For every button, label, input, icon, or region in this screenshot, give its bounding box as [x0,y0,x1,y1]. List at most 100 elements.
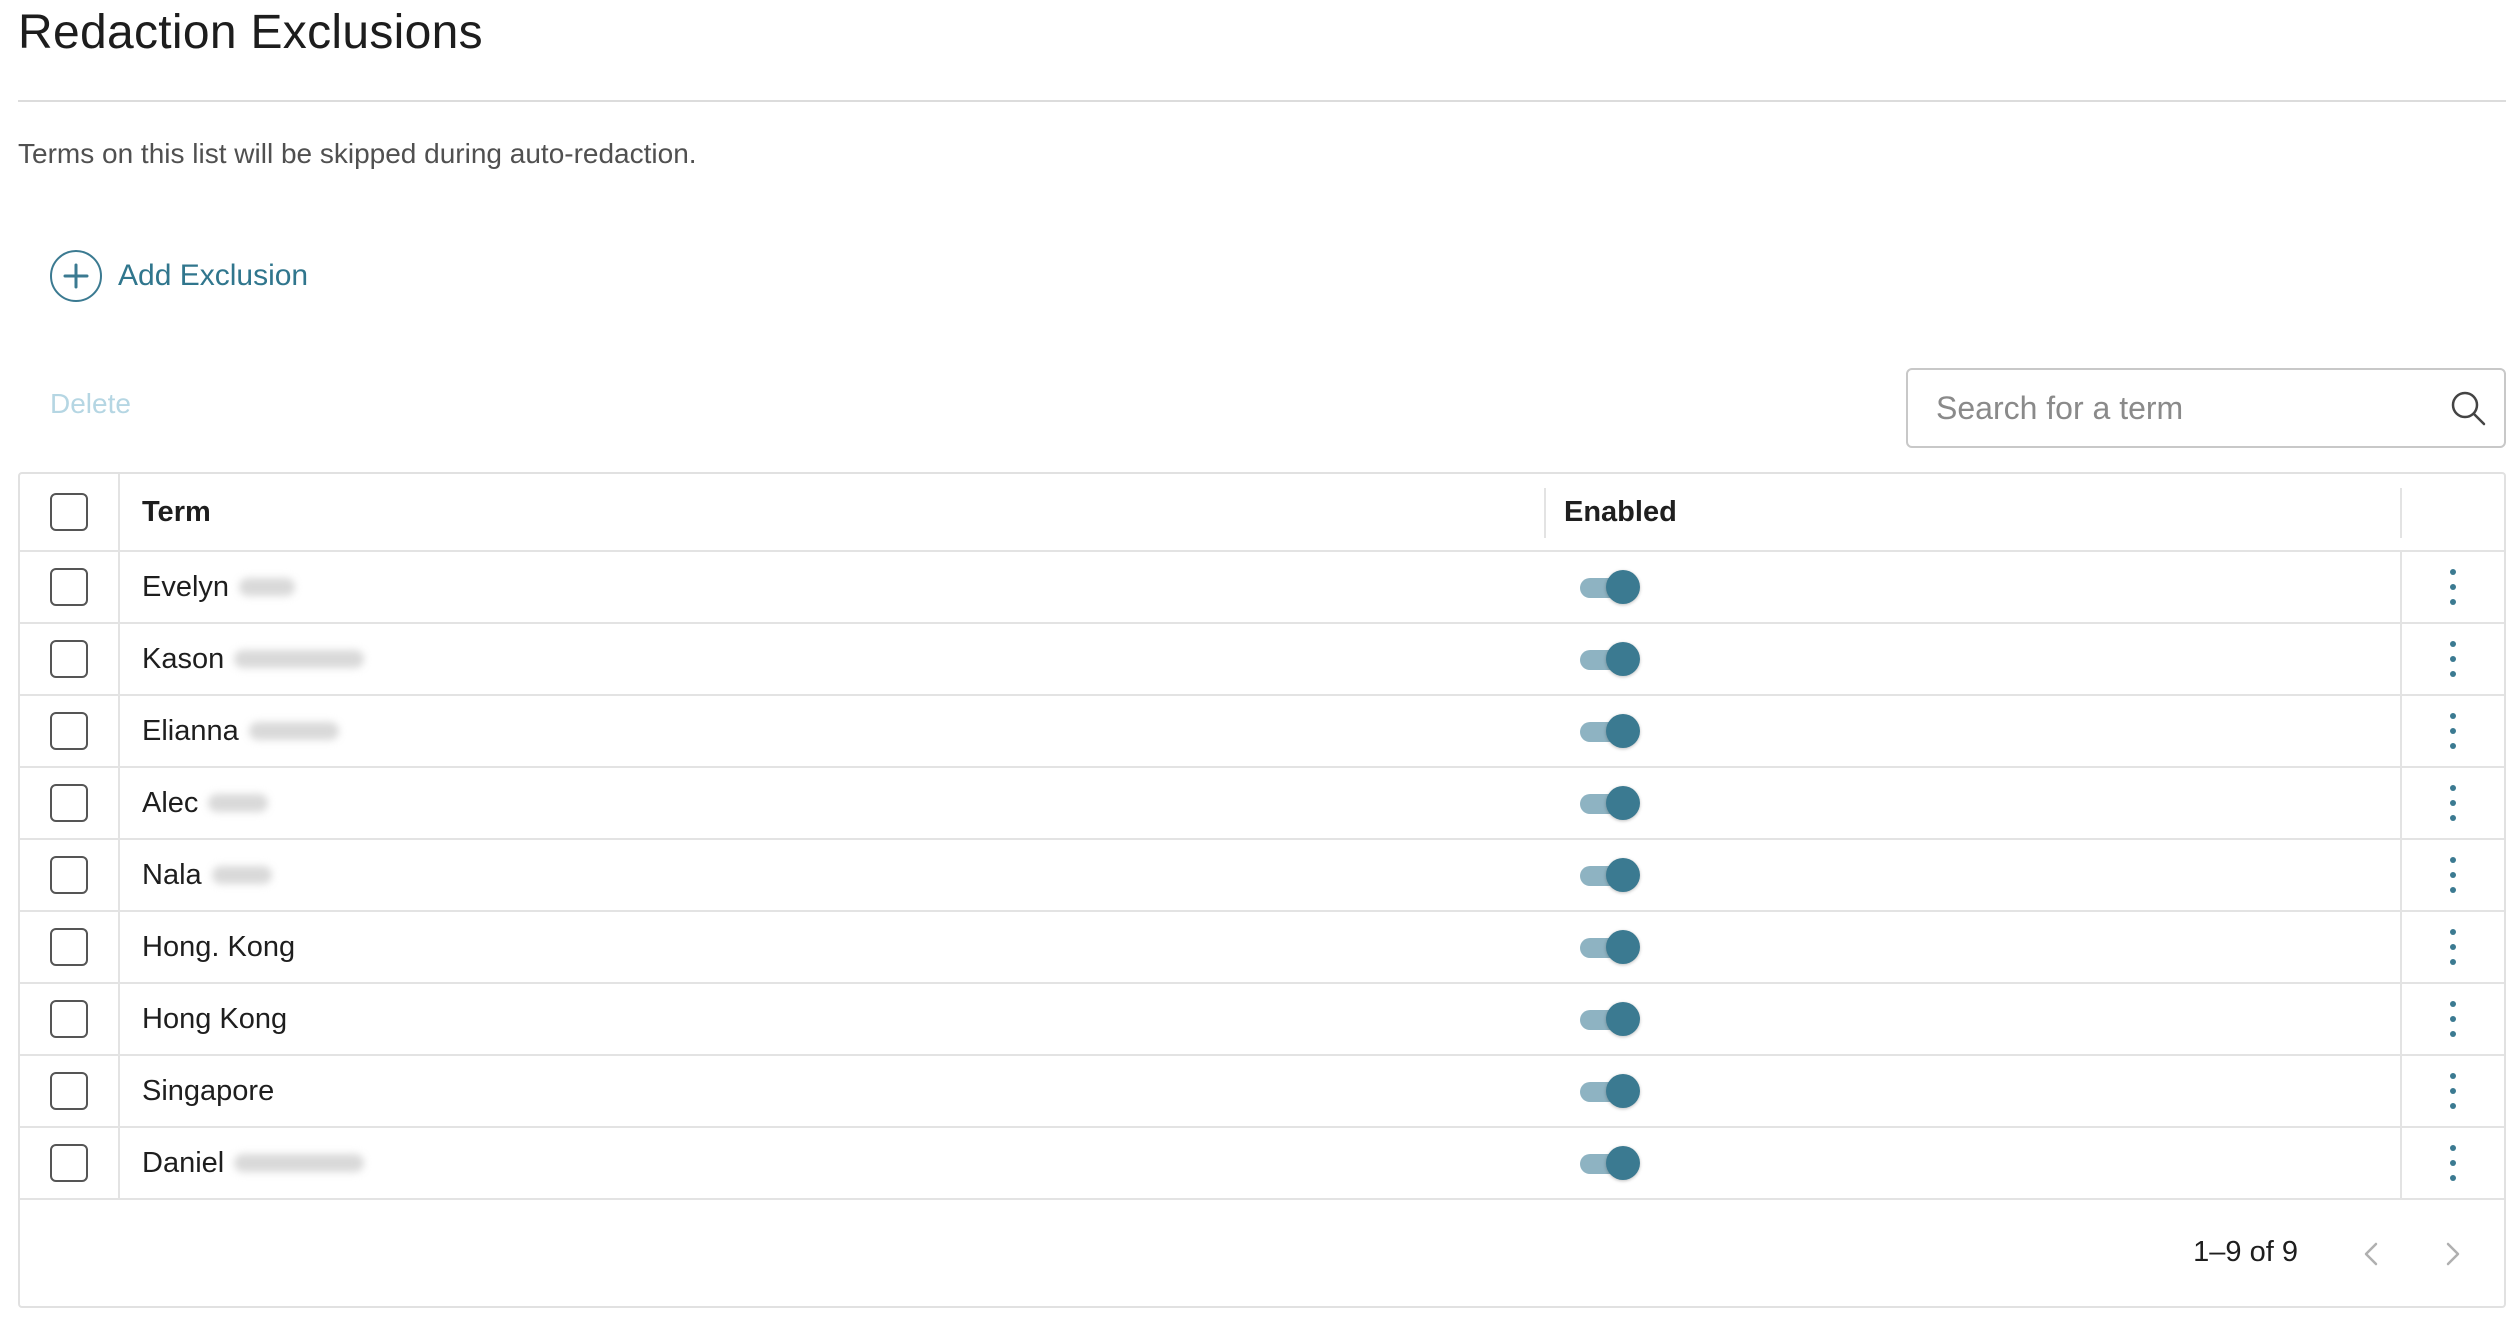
more-vertical-icon[interactable] [2443,857,2463,893]
title-divider [18,100,2506,102]
row-checkbox[interactable] [50,640,88,678]
term-cell: Nala [142,840,272,910]
more-vertical-icon[interactable] [2443,641,2463,677]
table-row: Alec [20,768,2504,840]
add-exclusion-label: Add Exclusion [118,259,309,292]
table-header-row: Term Enabled [20,474,2504,552]
toggle-knob [1606,786,1640,820]
column-header-enabled[interactable]: Enabled [1564,474,1677,550]
table-row: Hong. Kong [20,912,2504,984]
row-checkbox-cell [20,912,120,982]
enabled-toggle[interactable] [1578,642,1640,676]
redacted-text [248,722,339,740]
enabled-toggle[interactable] [1578,1002,1640,1036]
header-checkbox-cell [20,474,120,550]
row-actions-cell [2400,624,2504,694]
toggle-knob [1606,1146,1640,1180]
row-actions-cell [2400,984,2504,1054]
row-checkbox[interactable] [50,784,88,822]
page-subtitle: Terms on this list will be skipped durin… [18,138,697,169]
term-cell: Alec [142,768,269,838]
row-checkbox[interactable] [50,1072,88,1110]
enabled-toggle[interactable] [1578,858,1640,892]
more-vertical-icon[interactable] [2443,713,2463,749]
more-vertical-icon[interactable] [2443,929,2463,965]
row-checkbox-cell [20,552,120,622]
column-divider [2400,488,2402,538]
page-title: Redaction Exclusions [18,6,483,59]
enabled-toggle[interactable] [1578,1074,1640,1108]
table-row: Evelyn [20,552,2504,624]
table-row: Elianna [20,696,2504,768]
row-checkbox[interactable] [50,928,88,966]
chevron-right-icon[interactable] [2432,1234,2472,1274]
enabled-toggle[interactable] [1578,714,1640,748]
term-cell: Elianna [142,696,339,766]
term-text: Hong Kong [142,1002,288,1035]
delete-button[interactable]: Delete [50,388,131,420]
enabled-toggle[interactable] [1578,786,1640,820]
add-exclusion-button[interactable]: Add Exclusion [50,250,308,302]
redaction-exclusions-page: Redaction Exclusions Terms on this list … [0,0,2512,1320]
toggle-knob [1606,714,1640,748]
redacted-text [211,866,272,884]
toggle-knob [1606,642,1640,676]
more-vertical-icon[interactable] [2443,1073,2463,1109]
term-text: Elianna [142,714,239,747]
term-text: Kason [142,642,225,675]
redacted-text [208,794,269,812]
term-cell: Evelyn [142,552,296,622]
row-actions-cell [2400,696,2504,766]
row-actions-cell [2400,912,2504,982]
term-cell: Kason [142,624,365,694]
term-text: Nala [142,858,202,891]
term-text: Alec [142,786,199,819]
row-checkbox-cell [20,696,120,766]
more-vertical-icon[interactable] [2443,1001,2463,1037]
more-vertical-icon[interactable] [2443,785,2463,821]
pagination-range: 1–9 of 9 [2193,1236,2298,1268]
table-footer: 1–9 of 9 [20,1204,2504,1306]
term-text: Evelyn [142,570,230,603]
more-vertical-icon[interactable] [2443,1145,2463,1181]
row-checkbox-cell [20,624,120,694]
row-actions-cell [2400,552,2504,622]
toggle-knob [1606,570,1640,604]
term-cell: Hong Kong [142,984,287,1054]
search-field[interactable] [1906,368,2506,448]
row-checkbox[interactable] [50,1144,88,1182]
select-all-checkbox[interactable] [50,493,88,531]
more-vertical-icon[interactable] [2443,569,2463,605]
search-input[interactable] [1934,388,2448,428]
exclusions-table: Term Enabled Evelyn Kason Elianna Alec N… [18,472,2506,1308]
row-checkbox-cell [20,840,120,910]
toggle-knob [1606,858,1640,892]
table-row: Nala [20,840,2504,912]
table-row: Kason [20,624,2504,696]
term-cell: Hong. Kong [142,912,295,982]
redacted-text [234,650,365,668]
term-cell: Daniel [142,1128,365,1198]
search-icon[interactable] [2448,388,2488,428]
row-checkbox-cell [20,1128,120,1198]
toggle-knob [1606,1002,1640,1036]
row-checkbox-cell [20,984,120,1054]
column-header-term[interactable]: Term [142,474,211,550]
row-checkbox[interactable] [50,856,88,894]
chevron-left-icon[interactable] [2352,1234,2392,1274]
term-text: Hong. Kong [142,930,296,963]
row-actions-cell [2400,1056,2504,1126]
row-actions-cell [2400,768,2504,838]
enabled-toggle[interactable] [1578,570,1640,604]
table-row: Hong Kong [20,984,2504,1056]
column-divider [1544,488,1546,538]
row-actions-cell [2400,1128,2504,1198]
row-checkbox[interactable] [50,568,88,606]
toggle-knob [1606,1074,1640,1108]
row-checkbox[interactable] [50,1000,88,1038]
enabled-toggle[interactable] [1578,1146,1640,1180]
row-checkbox-cell [20,1056,120,1126]
enabled-toggle[interactable] [1578,930,1640,964]
table-row: Singapore [20,1056,2504,1128]
row-checkbox[interactable] [50,712,88,750]
